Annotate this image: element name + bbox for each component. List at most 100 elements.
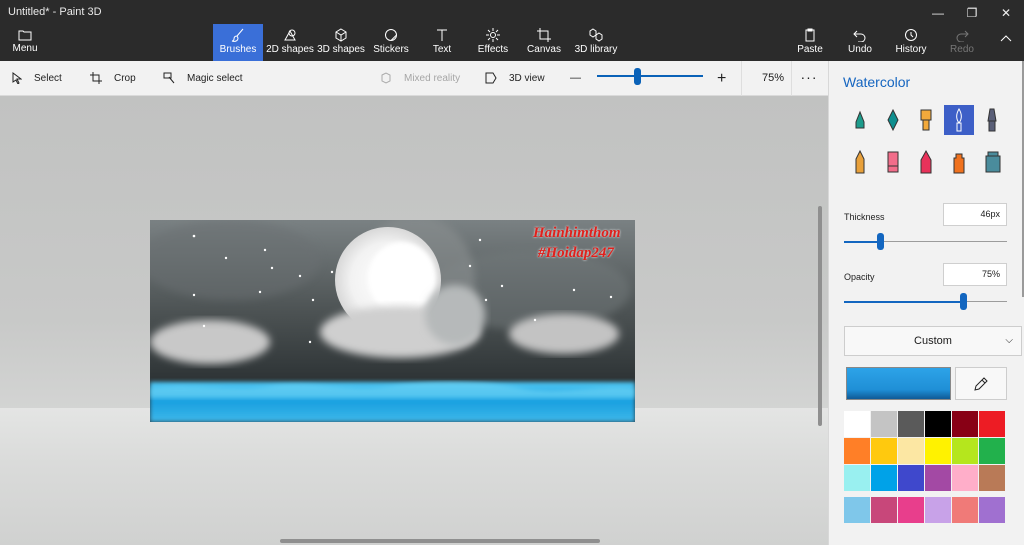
color-swatch[interactable] bbox=[925, 438, 951, 464]
thickness-slider-thumb[interactable] bbox=[876, 233, 884, 250]
tool-label: 2D shapes bbox=[266, 44, 314, 55]
minimize-button[interactable]: — bbox=[924, 4, 952, 22]
zoom-value[interactable]: 75% bbox=[752, 61, 784, 96]
color-swatch[interactable] bbox=[979, 411, 1005, 437]
brush-option[interactable] bbox=[845, 147, 875, 177]
more-options-button[interactable]: ··· bbox=[799, 61, 819, 93]
brush-option[interactable] bbox=[977, 105, 1007, 135]
color-swatch[interactable] bbox=[898, 497, 924, 523]
tool-text[interactable]: Text bbox=[417, 24, 467, 61]
divider bbox=[791, 61, 792, 96]
menu-button[interactable]: Menu bbox=[5, 24, 45, 58]
chevron-up-icon bbox=[1000, 35, 1012, 42]
brush-option[interactable] bbox=[845, 105, 875, 135]
brush-option[interactable] bbox=[911, 147, 941, 177]
opacity-slider-thumb[interactable] bbox=[959, 293, 967, 310]
crop-icon bbox=[90, 72, 102, 85]
mixed-reality-button[interactable]: Mixed reality bbox=[380, 61, 460, 96]
tool-label: Canvas bbox=[527, 44, 561, 55]
color-swatch[interactable] bbox=[925, 465, 951, 491]
brush-icon bbox=[231, 28, 244, 42]
magic-select-button[interactable]: Magic select bbox=[163, 61, 243, 96]
chevron-down-icon: ⌵ bbox=[1005, 335, 1013, 346]
tool-stickers[interactable]: Stickers bbox=[366, 24, 416, 61]
color-swatch[interactable] bbox=[952, 465, 978, 491]
artwork-text-hashtag: #Hoidap247 bbox=[538, 245, 614, 261]
tool-2d-shapes[interactable]: 2D shapes bbox=[265, 24, 315, 61]
color-swatch[interactable] bbox=[952, 438, 978, 464]
brush-side-panel: Watercolor Thickness 46px Opacity 75% Cu… bbox=[828, 61, 1024, 545]
redo-icon bbox=[956, 30, 969, 42]
crop-button[interactable]: Crop bbox=[90, 61, 136, 96]
current-color-swatch[interactable] bbox=[846, 367, 951, 400]
color-swatch[interactable] bbox=[844, 438, 870, 464]
menu-label: Menu bbox=[12, 43, 38, 54]
color-swatch[interactable] bbox=[925, 411, 951, 437]
color-swatch[interactable] bbox=[898, 465, 924, 491]
color-swatch[interactable] bbox=[871, 438, 897, 464]
tool-3d-shapes[interactable]: 3D shapes bbox=[316, 24, 366, 61]
color-swatch[interactable] bbox=[979, 465, 1005, 491]
marker-brush-icon bbox=[855, 110, 865, 129]
brush-option[interactable] bbox=[911, 105, 941, 135]
panel-title: Watercolor bbox=[843, 74, 911, 90]
brush-option[interactable] bbox=[977, 147, 1007, 177]
color-swatch[interactable] bbox=[952, 497, 978, 523]
maximize-button[interactable]: ❐ bbox=[958, 4, 986, 22]
tool-label: Effects bbox=[477, 44, 509, 55]
zoom-slider-thumb[interactable] bbox=[634, 68, 642, 85]
brush-option[interactable] bbox=[878, 105, 908, 135]
color-swatch[interactable] bbox=[952, 411, 978, 437]
color-swatch[interactable] bbox=[871, 497, 897, 523]
select-label: Select bbox=[34, 73, 62, 84]
color-swatch[interactable] bbox=[871, 465, 897, 491]
color-mode-dropdown[interactable]: Custom ⌵ bbox=[844, 326, 1022, 356]
color-swatch[interactable] bbox=[898, 438, 924, 464]
pointer-icon bbox=[12, 72, 23, 86]
brush-option[interactable] bbox=[944, 105, 974, 135]
zoom-slider-track[interactable] bbox=[597, 75, 703, 77]
eyedropper-icon bbox=[974, 376, 988, 391]
thickness-value-input[interactable]: 46px bbox=[943, 203, 1007, 226]
close-button[interactable]: ✕ bbox=[992, 4, 1020, 22]
3d-view-label: 3D view bbox=[509, 73, 545, 84]
tool-canvas[interactable]: Canvas bbox=[519, 24, 569, 61]
color-swatch[interactable] bbox=[844, 465, 870, 491]
color-swatch[interactable] bbox=[871, 411, 897, 437]
paste-button[interactable]: Paste bbox=[785, 24, 835, 61]
color-swatch[interactable] bbox=[844, 411, 870, 437]
history-button[interactable]: History bbox=[886, 24, 936, 61]
select-button[interactable]: Select bbox=[12, 61, 62, 96]
vertical-scrollbar[interactable] bbox=[818, 206, 822, 426]
3d-view-button[interactable]: 3D view bbox=[485, 61, 545, 96]
zoom-in-button[interactable]: + bbox=[717, 61, 726, 96]
color-swatch[interactable] bbox=[898, 411, 924, 437]
opacity-slider-fill bbox=[844, 301, 963, 303]
horizontal-scrollbar[interactable] bbox=[280, 539, 600, 543]
thickness-label: Thickness bbox=[844, 212, 885, 222]
color-swatch[interactable] bbox=[925, 497, 951, 523]
thickness-slider-fill bbox=[844, 241, 880, 243]
pencil-brush-icon bbox=[855, 149, 865, 174]
3d-view-icon bbox=[485, 72, 497, 84]
color-swatch[interactable] bbox=[979, 497, 1005, 523]
opacity-value-input[interactable]: 75% bbox=[943, 263, 1007, 286]
undo-icon bbox=[853, 30, 866, 42]
stickers-icon bbox=[385, 29, 397, 41]
eyedropper-button[interactable] bbox=[955, 367, 1007, 400]
tool-label: Stickers bbox=[373, 44, 409, 55]
redo-button[interactable]: Redo bbox=[937, 24, 987, 61]
canvas-artwork[interactable]: Hainhimthom #Hoidap247 bbox=[150, 220, 635, 422]
undo-button[interactable]: Undo bbox=[835, 24, 885, 61]
zoom-out-button[interactable]: — bbox=[570, 61, 581, 96]
ribbon: Untitled* - Paint 3D — ❐ ✕ Menu Brushes … bbox=[0, 0, 1024, 61]
brush-option[interactable] bbox=[878, 147, 908, 177]
canvas-icon bbox=[537, 28, 551, 42]
color-swatch[interactable] bbox=[979, 438, 1005, 464]
tool-3d-library[interactable]: 3D library bbox=[570, 24, 622, 61]
tool-brushes[interactable]: Brushes bbox=[213, 24, 263, 61]
tool-label: 3D library bbox=[574, 44, 618, 55]
color-swatch[interactable] bbox=[844, 497, 870, 523]
brush-option[interactable] bbox=[944, 147, 974, 177]
tool-effects[interactable]: Effects bbox=[468, 24, 518, 61]
